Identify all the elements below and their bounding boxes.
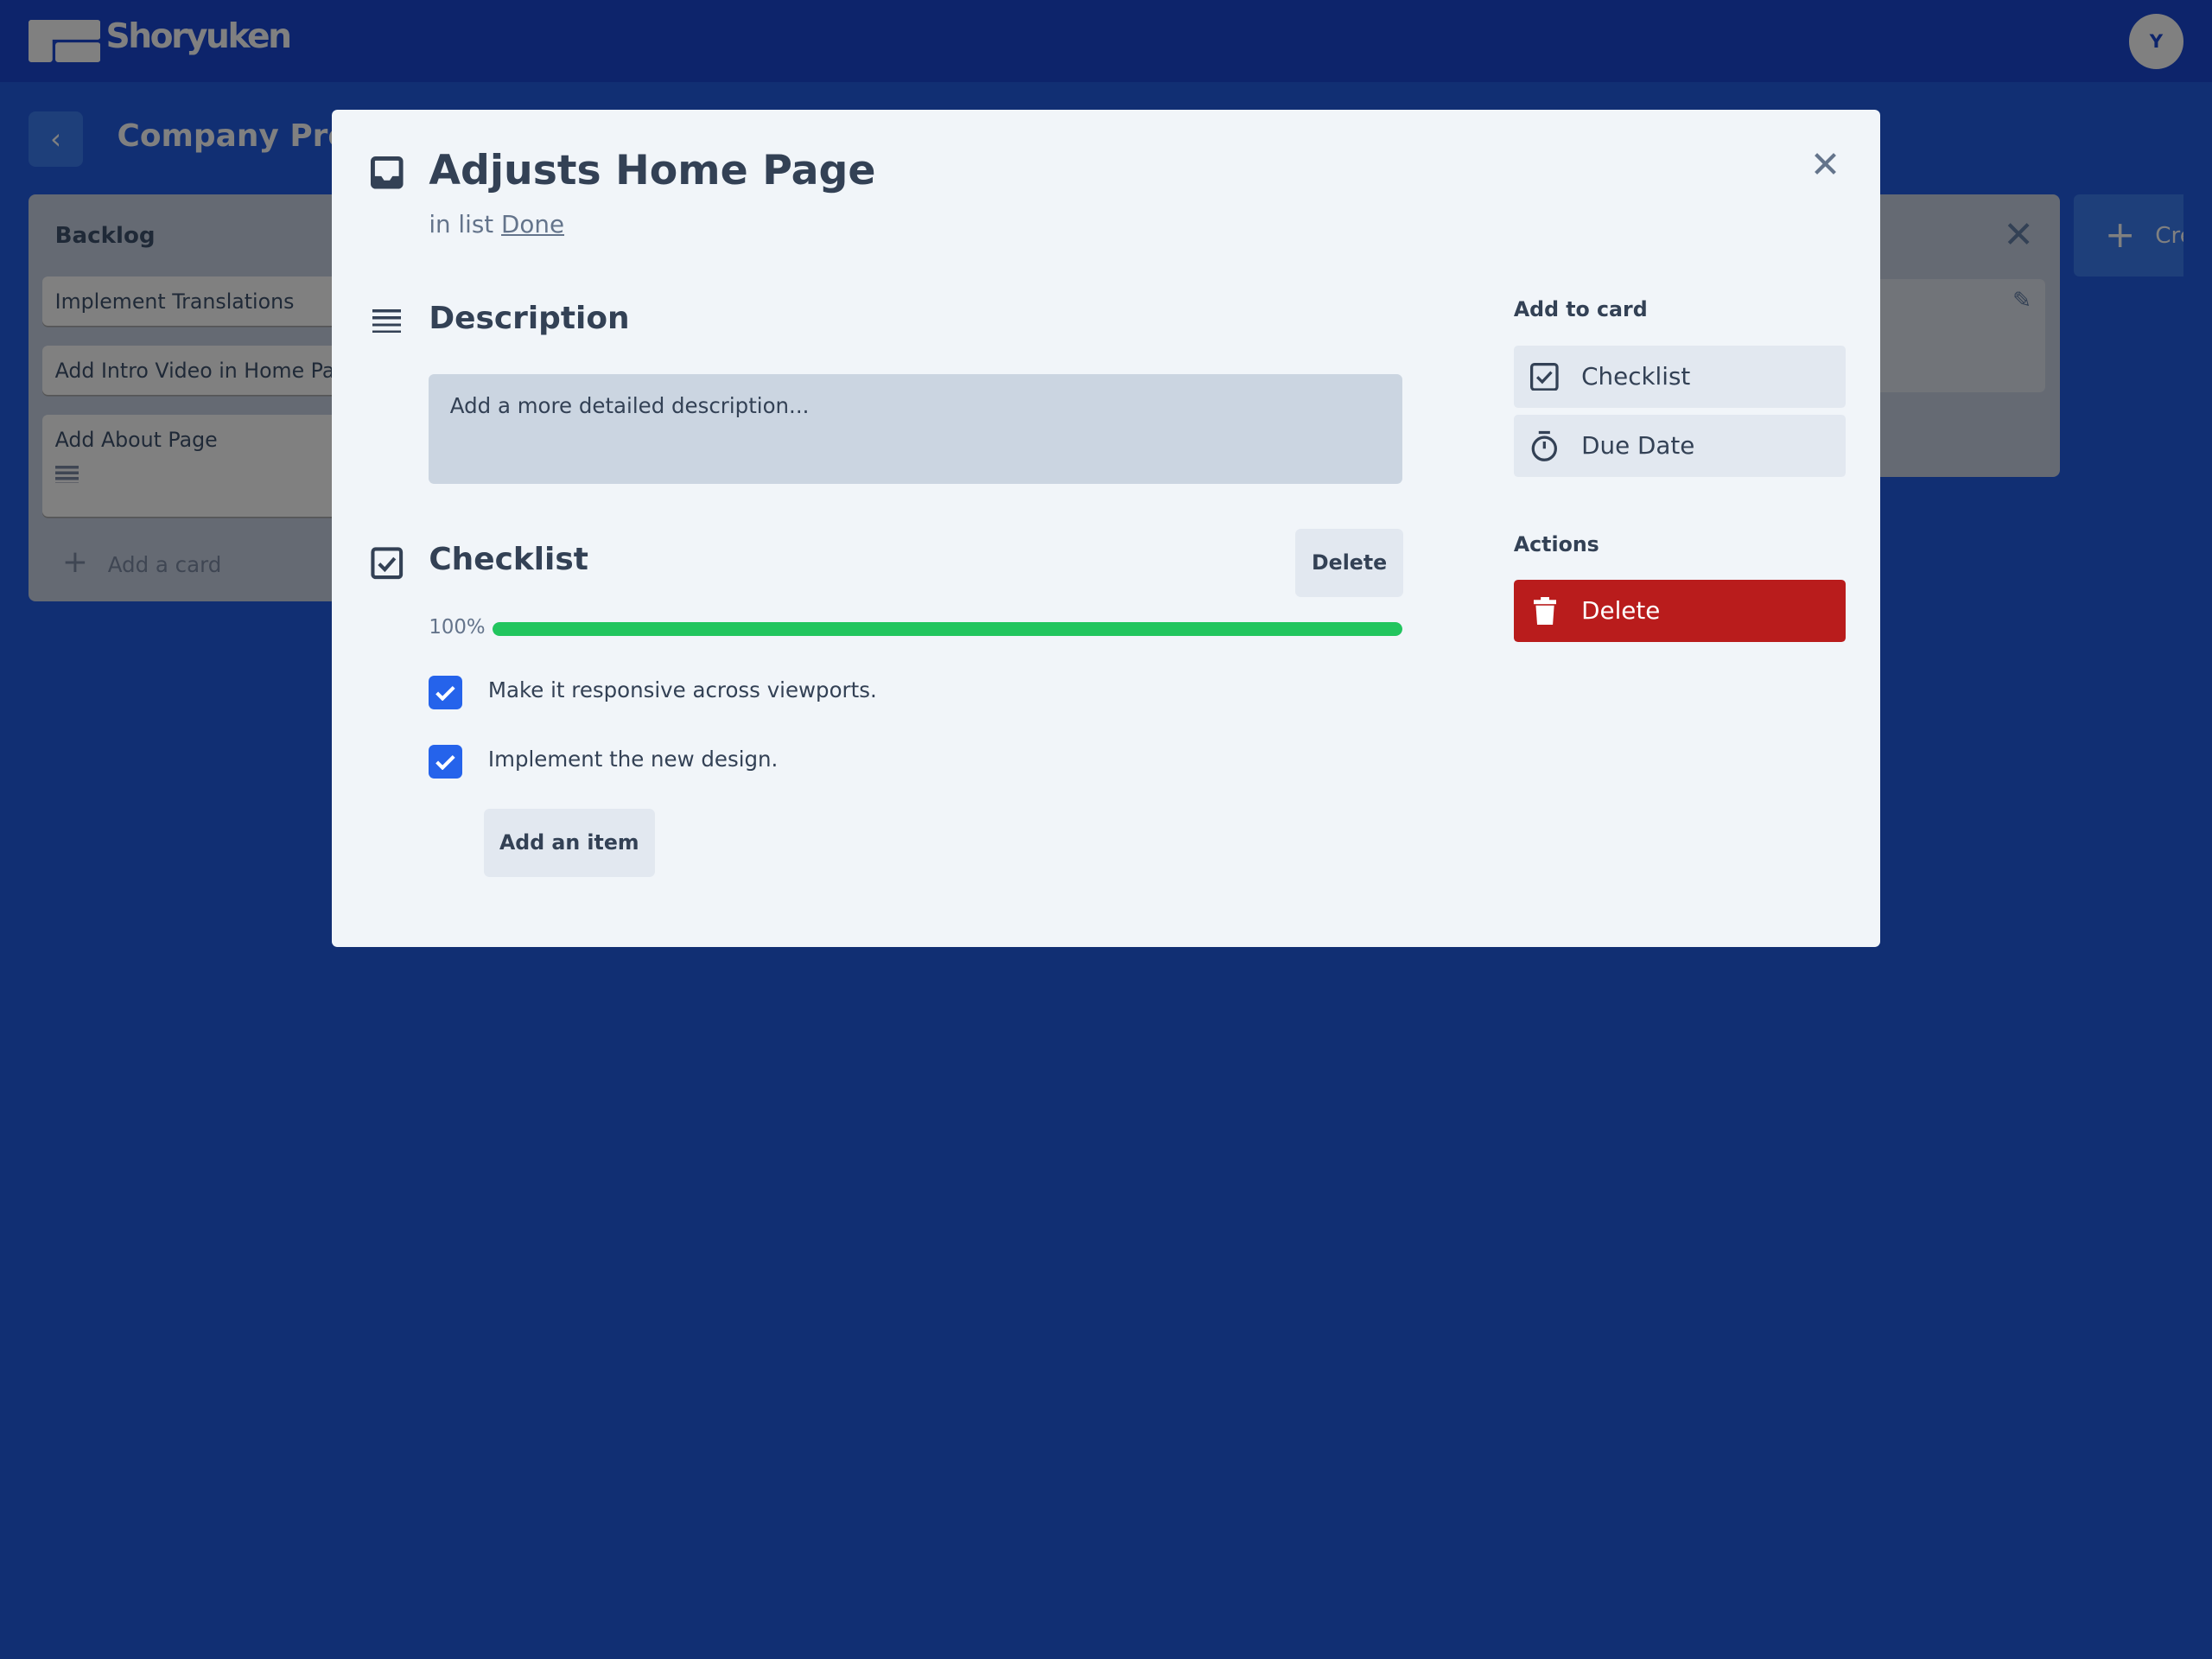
list-card[interactable]: Implement Translations bbox=[41, 276, 367, 327]
close-list-icon[interactable]: ✕ bbox=[2003, 214, 2034, 257]
brand-name[interactable]: Shoryuken bbox=[105, 17, 292, 56]
card-modal: Adjusts Home Page in list Done ✕ Descrip… bbox=[331, 110, 1881, 947]
plus-icon: + bbox=[61, 544, 88, 581]
plus-icon: + bbox=[2104, 214, 2136, 257]
list-card[interactable]: Add Intro Video in Home Pa bbox=[41, 345, 367, 396]
list-backlog: Backlog Implement Translations Add Intro… bbox=[28, 194, 367, 601]
card-title: Add About Page bbox=[54, 427, 218, 452]
description-icon bbox=[54, 465, 79, 483]
timer-icon bbox=[1532, 430, 1558, 461]
checklist-item-text[interactable]: Make it responsive across viewports. bbox=[488, 677, 877, 702]
logo-icon bbox=[28, 19, 100, 62]
description-input[interactable]: Add a more detailed description... bbox=[429, 373, 1402, 484]
checklist-item-checkbox[interactable] bbox=[429, 745, 463, 779]
checklist-label: Checklist bbox=[1581, 362, 1691, 391]
description-icon bbox=[372, 308, 401, 334]
pencil-icon[interactable]: ✎ bbox=[2012, 288, 2031, 314]
delete-label: Delete bbox=[1581, 596, 1661, 626]
add-to-card-heading: Add to card bbox=[1513, 297, 1648, 322]
progress-label: 100% bbox=[429, 616, 486, 639]
close-icon[interactable]: ✕ bbox=[1810, 144, 1841, 187]
check-icon bbox=[435, 754, 456, 770]
actions-heading: Actions bbox=[1513, 531, 1599, 556]
chevron-left-icon: ‹ bbox=[49, 122, 61, 156]
check-icon bbox=[435, 685, 456, 701]
checklist-item-checkbox[interactable] bbox=[429, 676, 463, 710]
card-icon bbox=[371, 156, 404, 189]
create-list-label: Cre bbox=[2155, 222, 2183, 249]
add-card-button[interactable]: + Add a card bbox=[62, 544, 221, 580]
in-list-prefix: in list bbox=[429, 210, 494, 239]
add-due-date-button[interactable]: Due Date bbox=[1513, 414, 1846, 477]
progress-bar bbox=[492, 621, 1402, 637]
checklist-icon bbox=[1530, 362, 1560, 391]
checklist-item-text[interactable]: Implement the new design. bbox=[488, 747, 778, 772]
avatar[interactable]: Y bbox=[2128, 14, 2184, 69]
description-heading: Description bbox=[429, 300, 630, 336]
list-card[interactable]: Add About Page bbox=[41, 414, 367, 517]
list-info: in list Done bbox=[429, 210, 564, 238]
board-title: Company Pro bbox=[117, 118, 350, 155]
delete-checklist-button[interactable]: Delete bbox=[1294, 529, 1404, 597]
top-header: Shoryuken Y bbox=[0, 0, 2212, 82]
back-button[interactable]: ‹ bbox=[28, 111, 84, 167]
checklist-heading: Checklist bbox=[429, 541, 588, 577]
create-list-button[interactable]: + Cre bbox=[2073, 194, 2184, 276]
progress-fill bbox=[492, 621, 1402, 637]
list-link[interactable]: Done bbox=[501, 210, 564, 238]
delete-card-button[interactable]: Delete bbox=[1513, 580, 1846, 642]
add-checklist-button[interactable]: Checklist bbox=[1513, 345, 1846, 408]
list-title[interactable]: Backlog bbox=[55, 223, 156, 249]
add-card-label: Add a card bbox=[107, 552, 222, 578]
add-item-button[interactable]: Add an item bbox=[483, 808, 655, 878]
card-title[interactable]: Adjusts Home Page bbox=[429, 147, 875, 194]
due-date-label: Due Date bbox=[1581, 431, 1695, 461]
checklist-icon bbox=[371, 547, 404, 580]
trash-icon bbox=[1533, 596, 1556, 626]
